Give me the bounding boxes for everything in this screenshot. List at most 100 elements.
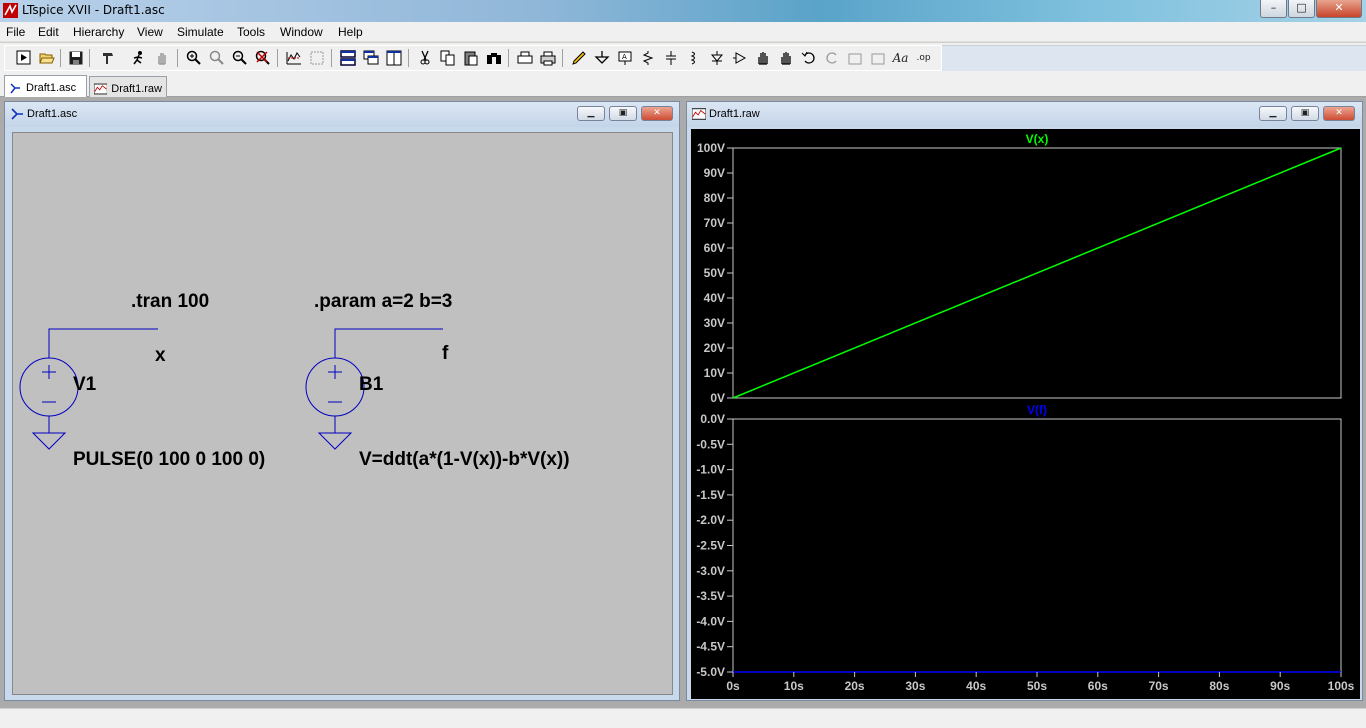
net-label-f[interactable]: f (442, 343, 448, 365)
close-button[interactable]: ✕ (1316, 0, 1362, 18)
halt-hand-icon[interactable] (152, 48, 171, 67)
menu-tools[interactable]: Tools (237, 25, 265, 39)
tile-vertical-icon[interactable] (384, 48, 403, 67)
text-icon[interactable]: Aa (891, 48, 910, 67)
y-tick-label: -3.5V (696, 589, 725, 603)
pan-zoom-icon[interactable] (207, 48, 226, 67)
menu-hierarchy[interactable]: Hierarchy (73, 25, 124, 39)
autorange-icon[interactable] (284, 48, 303, 67)
waveform-window-title: Draft1.raw (709, 108, 760, 120)
find-binoculars-icon[interactable] (484, 48, 503, 67)
copy-icon[interactable] (438, 48, 457, 67)
tile-horizontal-icon[interactable] (338, 48, 357, 67)
schematic-icon (10, 82, 20, 93)
x-tick-label: 70s (1149, 679, 1169, 693)
diode-icon[interactable] (707, 48, 726, 67)
y-tick-label: -3.0V (696, 564, 725, 578)
save-icon[interactable] (66, 48, 85, 67)
tab-label: Draft1.raw (111, 82, 162, 95)
toolbar: A Aa .op (0, 43, 1366, 73)
schematic-restore-button[interactable]: ▣ (609, 106, 637, 121)
print-icon[interactable] (538, 48, 557, 67)
spice-directive-icon[interactable]: .op (914, 48, 933, 67)
undo-icon[interactable] (799, 48, 818, 67)
maximize-button[interactable]: □ (1288, 0, 1315, 18)
component-icon[interactable] (730, 48, 749, 67)
y-tick-label: 90V (704, 166, 725, 180)
waveform-minimize-button[interactable]: ▁ (1259, 106, 1287, 121)
paste-icon[interactable] (461, 48, 480, 67)
menu-window[interactable]: Window (280, 25, 323, 39)
v1-value-label[interactable]: PULSE(0 100 0 100 0) (73, 449, 265, 471)
cut-scissors-icon[interactable] (415, 48, 434, 67)
y-tick-label: -5.0V (696, 665, 725, 679)
run-simulation-icon[interactable] (129, 48, 148, 67)
y-tick-label: 30V (704, 316, 725, 330)
menu-help[interactable]: Help (338, 25, 363, 39)
label-net-icon[interactable]: A (615, 48, 634, 67)
net-label-x[interactable]: x (155, 345, 166, 367)
draw-wire-pencil-icon[interactable] (569, 48, 588, 67)
drag-hand-icon[interactable] (776, 48, 795, 67)
status-bar (0, 708, 1366, 728)
open-folder-icon[interactable] (37, 48, 56, 67)
zoom-in-icon[interactable] (184, 48, 203, 67)
y-tick-label: 60V (704, 241, 725, 255)
x-tick-label: 0s (726, 679, 740, 693)
tab-draft1-raw[interactable]: Draft1.raw (89, 76, 167, 97)
y-tick-label: -4.5V (696, 640, 725, 654)
schematic-minimize-button[interactable]: ▁ (577, 106, 605, 121)
zoom-fit-icon[interactable] (253, 48, 272, 67)
y-tick-label: -4.0V (696, 614, 725, 628)
waveform-close-button[interactable]: ✕ (1323, 106, 1355, 121)
ground-symbol (317, 432, 353, 450)
waveform-window-titlebar[interactable]: Draft1.raw ▁ ▣ ✕ (687, 102, 1362, 127)
param-directive[interactable]: .param a=2 b=3 (314, 291, 452, 313)
x-tick-label: 90s (1270, 679, 1290, 693)
menu-bar: File Edit Hierarchy View Simulate Tools … (0, 22, 1366, 42)
y-tick-label: -2.5V (696, 539, 725, 553)
new-schematic-icon[interactable] (14, 48, 33, 67)
waveform-restore-button[interactable]: ▣ (1291, 106, 1319, 121)
v1-name-label[interactable]: V1 (73, 374, 96, 396)
menu-file[interactable]: File (6, 25, 25, 39)
tab-draft1-asc[interactable]: Draft1.asc (4, 75, 87, 97)
redo-icon[interactable] (822, 48, 841, 67)
schematic-close-button[interactable]: ✕ (641, 106, 673, 121)
waveform-canvas[interactable]: V(x) 0V 10V 20V 30V 40V 50V 60V 70V 80V 90V 100V V(f… (691, 129, 1360, 699)
rotate-icon[interactable] (845, 48, 864, 67)
ground-icon[interactable] (592, 48, 611, 67)
control-panel-hammer-icon[interactable] (98, 48, 117, 67)
x-tick-label: 40s (966, 679, 986, 693)
menu-simulate[interactable]: Simulate (177, 25, 224, 39)
menu-edit[interactable]: Edit (38, 25, 59, 39)
cascade-windows-icon[interactable] (361, 48, 380, 67)
trace-label-vx: V(x) (1026, 132, 1049, 146)
y-tick-label: 100V (697, 141, 725, 155)
menu-view[interactable]: View (137, 25, 163, 39)
print-preview-icon[interactable] (515, 48, 534, 67)
resistor-icon[interactable] (638, 48, 657, 67)
schematic-window-titlebar[interactable]: Draft1.asc ▁ ▣ ✕ (5, 102, 679, 127)
tran-directive[interactable]: .tran 100 (131, 291, 209, 313)
schematic-canvas[interactable]: .tran 100 .param a=2 b=3 x f V1 B1 PULSE… (12, 132, 673, 695)
voltage-source-v1 (19, 357, 79, 450)
fit-window-icon[interactable] (307, 48, 326, 67)
mirror-icon[interactable] (868, 48, 887, 67)
b1-net-wire (334, 328, 443, 358)
minimize-button[interactable]: – (1260, 0, 1287, 18)
behavioral-source-b1 (305, 357, 365, 450)
y-tick-label: 10V (704, 366, 725, 380)
y-tick-label: -0.5V (696, 437, 725, 451)
svg-text:A: A (622, 53, 627, 61)
b1-name-label[interactable]: B1 (359, 374, 383, 396)
b1-value-label[interactable]: V=ddt(a*(1-V(x))-b*V(x)) (359, 449, 570, 471)
inductor-icon[interactable] (684, 48, 703, 67)
waveform-icon (692, 108, 706, 120)
capacitor-icon[interactable] (661, 48, 680, 67)
waveform-plot[interactable]: V(x) 0V 10V 20V 30V 40V 50V 60V 70V 80V 90V 100V V(f… (691, 129, 1360, 699)
zoom-out-icon[interactable] (230, 48, 249, 67)
ltspice-app-icon[interactable] (3, 3, 18, 18)
move-hand-icon[interactable] (753, 48, 772, 67)
schematic-icon (11, 108, 23, 120)
